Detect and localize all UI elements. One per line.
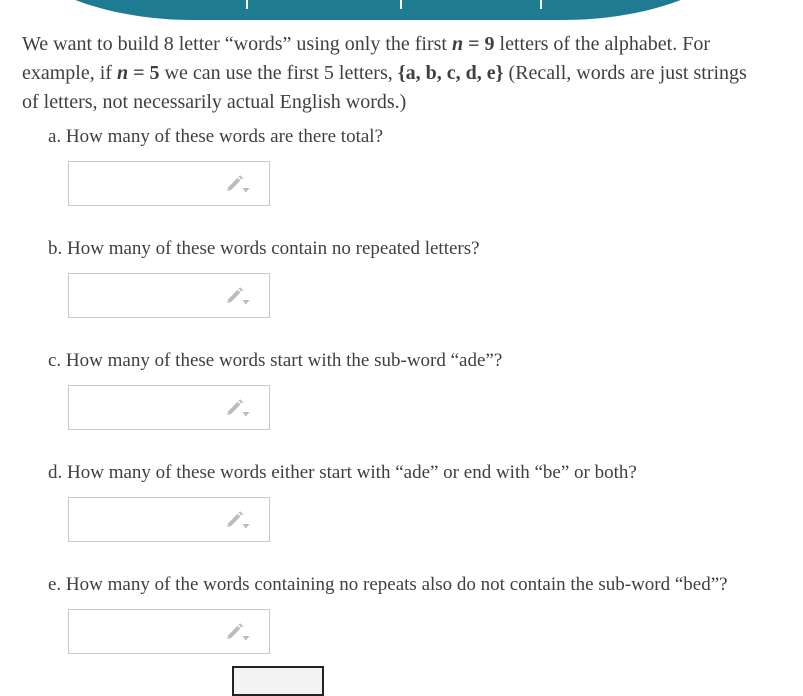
list-item: d. How many of these words either start … [0,461,803,542]
chevron-down-icon [242,187,250,192]
part-b-question: b. How many of these words contain no re… [48,238,480,259]
top-banner [0,0,803,22]
banner-teal-shape [10,0,746,20]
part-a-answer-input[interactable] [68,161,270,206]
parts-list: a. How many of these words are there tot… [0,125,803,654]
intro-math-n-1: n [451,33,464,55]
part-e-answer-input[interactable] [68,609,270,654]
part-c-answer-input[interactable] [68,385,270,430]
list-item: c. How many of these words start with th… [0,349,803,430]
part-b-answer-input[interactable] [68,273,270,318]
list-item: b. How many of these words contain no re… [0,237,803,318]
tab-separator [400,0,402,9]
intro-math-equals-1: = [463,33,485,55]
chevron-down-icon [242,523,250,528]
pencil-icon[interactable] [225,508,253,532]
list-item: a. How many of these words are there tot… [0,125,803,206]
chevron-down-icon [242,411,250,416]
pencil-icon[interactable] [225,620,253,644]
part-c-question: c. How many of these words start with th… [48,350,503,371]
part-d-question: d. How many of these words either start … [48,462,637,483]
intro-math-n-2: n [116,62,129,84]
intro-math-equals-2: = [128,62,150,84]
list-item: e. How many of the words containing no r… [0,573,803,654]
pencil-icon[interactable] [225,284,253,308]
tab-separator [540,0,542,9]
intro-math-value-9: 9 [484,33,495,55]
chevron-down-icon [242,635,250,640]
pencil-icon[interactable] [225,172,253,196]
intro-text-1: We want to build 8 letter “words” using … [22,33,452,55]
intro-text-3: we can use the first 5 letters, [159,62,398,84]
question-content: We want to build 8 letter “words” using … [0,22,803,654]
pencil-icon[interactable] [225,396,253,420]
tab-separator [246,0,248,9]
part-e-question: e. How many of the words containing no r… [48,574,728,595]
problem-statement: We want to build 8 letter “words” using … [0,22,803,117]
intro-math-letter-set: {a, b, c, d, e} [397,62,504,84]
part-a-question: a. How many of these words are there tot… [48,126,384,147]
intro-math-value-5: 5 [149,62,160,84]
chevron-down-icon [242,299,250,304]
part-d-answer-input[interactable] [68,497,270,542]
